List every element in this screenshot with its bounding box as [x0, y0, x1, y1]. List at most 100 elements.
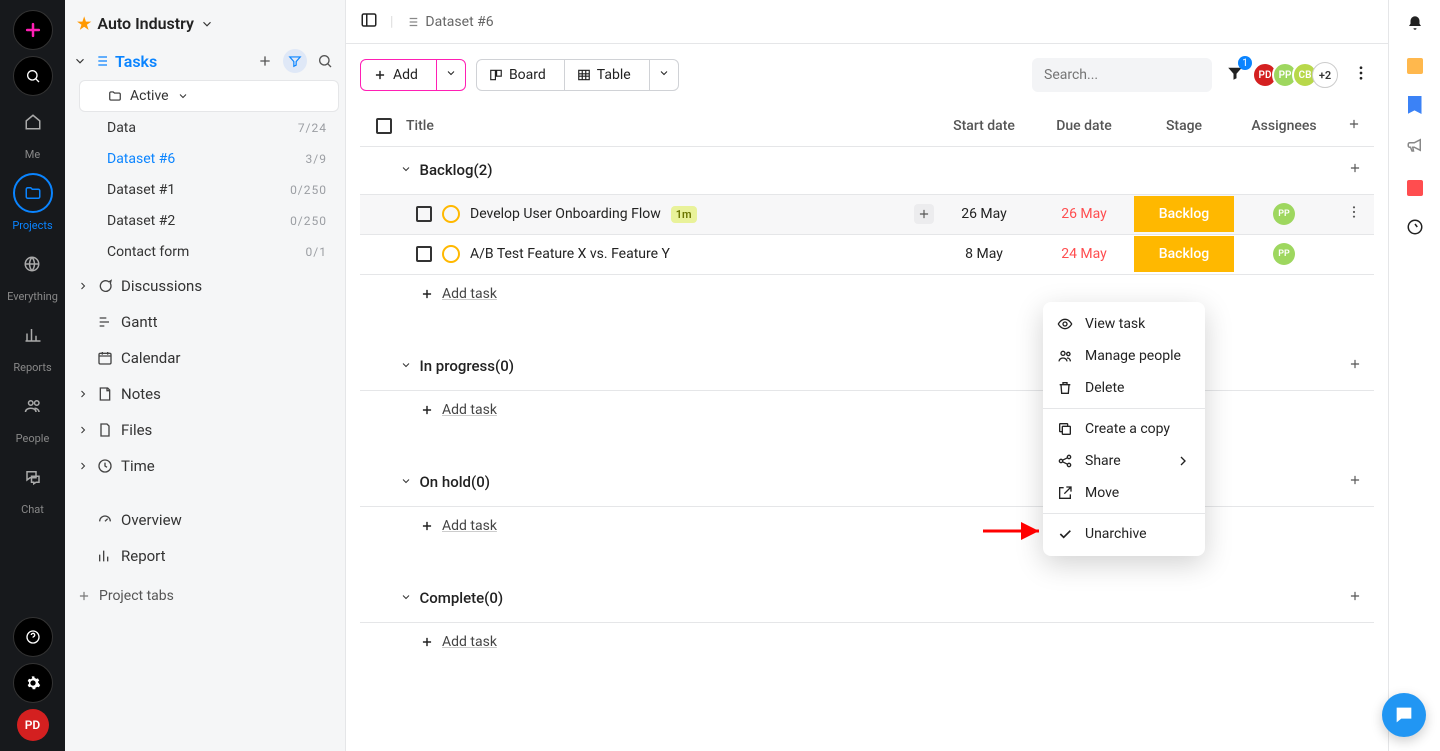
task-title: A/B Test Feature X vs. Feature Y [470, 246, 670, 262]
rail-nav-me[interactable]: Me [13, 102, 53, 161]
sidebar-item-tasklist[interactable]: Contact form0/1 [79, 237, 339, 267]
group-row[interactable]: In progress(0) [360, 342, 1374, 390]
help-button[interactable] [13, 617, 53, 657]
move-icon [1057, 485, 1073, 501]
menu-view-task[interactable]: View task [1043, 308, 1205, 340]
search-input[interactable] [1032, 58, 1212, 92]
assignee-filter-avatars[interactable]: PD PP CB +2 [1258, 62, 1338, 88]
rail-nav-chat[interactable]: Chat [13, 457, 53, 516]
tasks-section-header[interactable]: Tasks [65, 43, 345, 79]
add-task-row[interactable]: Add task [360, 390, 1374, 430]
cell-stage[interactable]: Backlog [1134, 194, 1234, 234]
task-row[interactable]: Develop User Onboarding Flow1m26 May26 M… [360, 194, 1374, 234]
add-column-button[interactable] [1334, 106, 1374, 146]
menu-move[interactable]: Move [1043, 477, 1205, 509]
nav-notes[interactable]: Notes [65, 376, 345, 412]
menu-unarchive[interactable]: Unarchive [1043, 518, 1205, 550]
task-checkbox[interactable] [416, 246, 432, 262]
sidebar-item-tasklist[interactable]: Dataset #63/9 [79, 144, 339, 174]
sidebar-item-tasklist[interactable]: Dataset #10/250 [79, 175, 339, 205]
bookmarks-button[interactable] [1408, 96, 1422, 114]
nav-files[interactable]: Files [65, 412, 345, 448]
add-task-in-group-button[interactable] [1348, 161, 1362, 179]
status-circle-icon[interactable] [442, 205, 460, 223]
notes-button[interactable] [1407, 58, 1423, 74]
rail-nav-people[interactable]: People [13, 386, 53, 445]
sidebar-toggle-button[interactable] [360, 11, 378, 33]
add-task-in-group-button[interactable] [1348, 589, 1362, 607]
nav-overview[interactable]: Overview [65, 502, 345, 538]
column-due-date[interactable]: Due date [1034, 106, 1134, 146]
cell-due-date[interactable]: 24 May [1034, 234, 1134, 274]
menu-delete[interactable]: Delete [1043, 372, 1205, 404]
task-row[interactable]: A/B Test Feature X vs. Feature Y 8 May24 … [360, 234, 1374, 274]
select-all-checkbox[interactable] [376, 118, 392, 134]
notifications-button[interactable] [1406, 14, 1424, 36]
menu-create-copy[interactable]: Create a copy [1043, 413, 1205, 445]
add-task-row[interactable]: Add task [360, 274, 1374, 314]
column-start-date[interactable]: Start date [934, 106, 1034, 146]
list-count: 0/1 [306, 245, 327, 259]
nav-report[interactable]: Report [65, 538, 345, 574]
add-button[interactable]: Add [360, 59, 466, 91]
timer-button[interactable] [1406, 218, 1424, 240]
gantt-icon [97, 314, 113, 330]
trash-icon [1057, 380, 1073, 396]
quick-add-button[interactable] [13, 10, 53, 50]
add-list-button[interactable] [253, 49, 277, 73]
menu-share[interactable]: Share [1043, 445, 1205, 477]
settings-button[interactable] [13, 663, 53, 703]
filter-button[interactable]: 1 [1222, 60, 1248, 90]
add-task-row[interactable]: Add task [360, 506, 1374, 546]
cell-assignees[interactable]: PP [1234, 194, 1334, 234]
active-folder[interactable]: Active [79, 80, 339, 112]
rail-nav-projects[interactable]: Projects [12, 173, 52, 232]
nav-calendar[interactable]: Calendar [65, 340, 345, 376]
filter-lists-button[interactable] [283, 49, 307, 73]
cell-start-date[interactable]: 8 May [934, 234, 1034, 274]
project-switcher[interactable]: ★ Auto Industry [65, 0, 345, 43]
group-row[interactable]: Complete(0) [360, 574, 1374, 622]
announcements-button[interactable] [1406, 136, 1424, 158]
search-lists-button[interactable] [313, 49, 337, 73]
add-task-in-group-button[interactable] [1348, 473, 1362, 491]
cell-assignees[interactable]: PP [1234, 234, 1334, 274]
board-view-button[interactable]: Board [477, 60, 558, 90]
chat-fab[interactable] [1382, 693, 1426, 737]
group-row[interactable]: Backlog(2) [360, 146, 1374, 194]
menu-manage-people[interactable]: Manage people [1043, 340, 1205, 372]
add-dropdown-button[interactable] [436, 60, 465, 90]
star-icon: ★ [77, 14, 91, 33]
status-circle-icon[interactable] [442, 245, 460, 263]
row-more-button[interactable] [1346, 208, 1362, 224]
nav-time[interactable]: Time [65, 448, 345, 484]
table-view-button[interactable]: Table [564, 60, 643, 90]
main-area: | Dataset #6 Add Board Table 1 [346, 0, 1388, 751]
add-task-row[interactable]: Add task [360, 622, 1374, 662]
nav-discussions[interactable]: Discussions [65, 268, 345, 304]
cell-start-date[interactable]: 26 May [934, 194, 1034, 234]
add-task-in-group-button[interactable] [1348, 357, 1362, 375]
rail-nav-everything[interactable]: Everything [7, 244, 58, 303]
group-row[interactable]: On hold(0) [360, 458, 1374, 506]
nav-gantt[interactable]: Gantt [65, 304, 345, 340]
more-options-button[interactable] [1348, 60, 1374, 90]
view-dropdown-button[interactable] [649, 60, 678, 90]
calendar-button[interactable] [1407, 180, 1423, 196]
project-tabs-button[interactable]: Project tabs [65, 574, 345, 618]
column-stage[interactable]: Stage [1134, 106, 1234, 146]
sidebar-item-tasklist[interactable]: Data7/24 [79, 113, 339, 143]
chat-icon [97, 278, 113, 294]
user-avatar[interactable]: PD [17, 709, 49, 741]
search-button[interactable] [13, 56, 53, 96]
rail-label: Reports [13, 361, 51, 374]
breadcrumb[interactable]: Dataset #6 [405, 14, 493, 30]
rail-nav-reports[interactable]: Reports [13, 315, 53, 374]
cell-stage[interactable]: Backlog [1134, 234, 1234, 274]
cell-due-date[interactable]: 26 May [1034, 194, 1134, 234]
assignee-avatar: PP [1273, 243, 1295, 265]
column-assignees[interactable]: Assignees [1234, 106, 1334, 146]
sidebar-item-tasklist[interactable]: Dataset #20/250 [79, 206, 339, 236]
row-add-button[interactable] [914, 204, 934, 224]
task-checkbox[interactable] [416, 206, 432, 222]
